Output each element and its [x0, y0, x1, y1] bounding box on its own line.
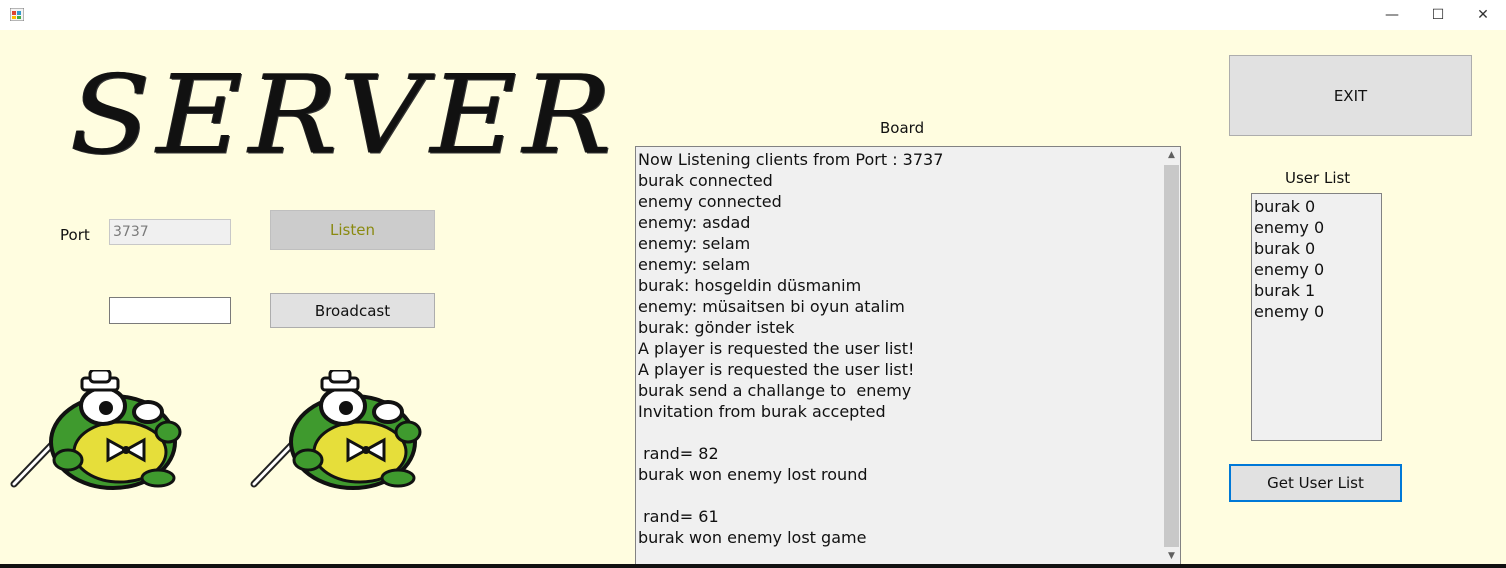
- broadcast-input[interactable]: [109, 297, 231, 324]
- user-listbox[interactable]: burak 0 enemy 0 burak 0 enemy 0 burak 1 enemy…: [1251, 193, 1382, 441]
- user-list-item[interactable]: burak 1: [1254, 280, 1379, 301]
- get-user-list-button[interactable]: Get User List: [1229, 464, 1402, 502]
- port-label: Port: [60, 226, 90, 244]
- board-line: enemy connected: [638, 192, 782, 211]
- board-line: [638, 422, 1160, 443]
- port-input[interactable]: [109, 219, 231, 245]
- scroll-down-icon[interactable]: ▼: [1163, 548, 1180, 565]
- board-line: burak: hosgeldin düsmanim: [638, 276, 862, 295]
- board-scrollbar[interactable]: ▲ ▼: [1163, 147, 1180, 565]
- scroll-thumb[interactable]: [1164, 165, 1179, 547]
- user-list-item[interactable]: enemy 0: [1254, 301, 1379, 322]
- user-list-item[interactable]: burak 0: [1254, 196, 1379, 217]
- board-line: enemy: selam: [638, 234, 751, 253]
- window-titlebar: — ☐ ✕: [0, 0, 1506, 30]
- app-icon: [10, 8, 24, 21]
- user-list-item[interactable]: burak 0: [1254, 238, 1379, 259]
- scroll-up-icon[interactable]: ▲: [1163, 147, 1180, 164]
- board-line: burak won enemy lost game: [638, 528, 867, 547]
- board-line: burak won enemy lost round: [638, 465, 868, 484]
- user-list-item[interactable]: enemy 0: [1254, 217, 1379, 238]
- maximize-button[interactable]: ☐: [1415, 0, 1461, 30]
- board-line: A player is requested the user list!: [638, 339, 915, 358]
- frog-mascot-icon: [250, 370, 422, 490]
- board-line: burak connected: [638, 171, 773, 190]
- board-line: burak: gönder istek: [638, 318, 795, 337]
- listen-button[interactable]: Listen: [270, 210, 435, 250]
- board-line: rand= 61: [638, 507, 719, 526]
- exit-button[interactable]: EXIT: [1229, 55, 1472, 136]
- board-lines: Now Listening clients from Port : 3737 bu…: [638, 149, 1160, 548]
- board-line: A player is requested the user list!: [638, 360, 915, 379]
- board-textbox[interactable]: Now Listening clients from Port : 3737 bu…: [635, 146, 1181, 566]
- board-line: burak send a challange to enemy: [638, 381, 912, 400]
- board-line: Invitation from burak accepted: [638, 402, 886, 421]
- frog-mascot-icon: [10, 370, 182, 490]
- client-area: SERVER Port Listen Broadcast: [0, 30, 1506, 568]
- broadcast-button[interactable]: Broadcast: [270, 293, 435, 328]
- server-title: SERVER: [70, 51, 618, 179]
- board-line: [638, 485, 1160, 506]
- minimize-button[interactable]: —: [1369, 0, 1415, 30]
- user-list-item[interactable]: enemy 0: [1254, 259, 1379, 280]
- board-line: enemy: asdad: [638, 213, 751, 232]
- board-line: Now Listening clients from Port : 3737: [638, 150, 944, 169]
- board-line: rand= 82: [638, 444, 719, 463]
- user-list-label: User List: [1285, 169, 1351, 187]
- board-line: enemy: müsaitsen bi oyun atalim: [638, 297, 905, 316]
- board-label: Board: [880, 119, 925, 137]
- taskbar-edge: [0, 564, 1506, 568]
- close-button[interactable]: ✕: [1460, 0, 1506, 30]
- board-line: enemy: selam: [638, 255, 751, 274]
